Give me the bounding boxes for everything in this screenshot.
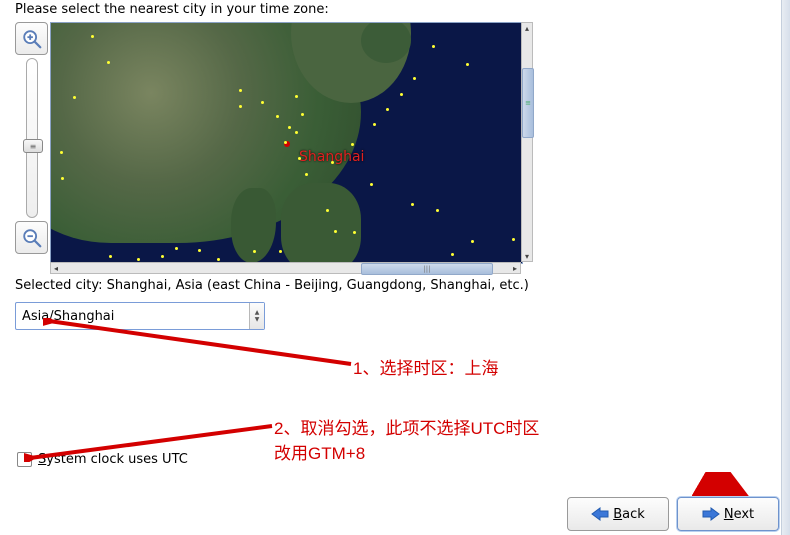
- zoom-slider-handle[interactable]: ≡: [23, 139, 43, 153]
- annotation-arrow-2: [24, 418, 284, 462]
- city-dot[interactable]: [305, 173, 308, 176]
- city-dot[interactable]: [175, 247, 178, 250]
- city-dot[interactable]: [91, 35, 94, 38]
- city-dot[interactable]: [239, 89, 242, 92]
- arrow-right-icon: [702, 507, 720, 521]
- city-dot[interactable]: [261, 101, 264, 104]
- city-dot[interactable]: [288, 126, 291, 129]
- city-dot[interactable]: [137, 258, 140, 261]
- city-dot[interactable]: [400, 93, 403, 96]
- city-dot[interactable]: [301, 113, 304, 116]
- zoom-slider-track[interactable]: ≡: [26, 58, 38, 218]
- city-dot[interactable]: [161, 255, 164, 258]
- instruction-text: Please select the nearest city in your t…: [15, 2, 329, 17]
- map-canvas[interactable]: Shanghai: [50, 22, 523, 264]
- city-dot[interactable]: [411, 203, 414, 206]
- city-dot[interactable]: [60, 151, 63, 154]
- back-button[interactable]: Back: [567, 497, 669, 531]
- scroll-down-icon[interactable]: ▾: [522, 251, 532, 261]
- city-dot[interactable]: [370, 183, 373, 186]
- city-dot[interactable]: [451, 253, 454, 256]
- selected-city-text: Selected city: Shanghai, Asia (east Chin…: [15, 278, 529, 293]
- scroll-up-icon[interactable]: ▴: [522, 23, 532, 33]
- map-frame: Shanghai ▴ ≡ ▾ ◂ ||| ▸: [50, 22, 533, 274]
- city-dot[interactable]: [217, 258, 220, 261]
- city-dot[interactable]: [198, 249, 201, 252]
- city-dot[interactable]: [334, 230, 337, 233]
- zoom-controls: ≡: [15, 22, 49, 254]
- city-dot[interactable]: [466, 63, 469, 66]
- scroll-left-icon[interactable]: ◂: [51, 263, 61, 273]
- city-dot[interactable]: [109, 255, 112, 258]
- city-dot[interactable]: [73, 96, 76, 99]
- city-dot[interactable]: [253, 250, 256, 253]
- annotation-text-1: 1、选择时区：上海: [353, 354, 498, 379]
- zoom-in-button[interactable]: [15, 22, 48, 55]
- city-dot[interactable]: [279, 250, 282, 253]
- city-dot[interactable]: [386, 108, 389, 111]
- next-button[interactable]: Next: [677, 497, 779, 531]
- annotation-text-2: 2、取消勾选，此项不选择UTC时区改用GTM+8: [274, 414, 539, 464]
- city-dot[interactable]: [276, 115, 279, 118]
- annotation-arrow-1: [43, 318, 383, 372]
- city-dot[interactable]: [239, 105, 242, 108]
- city-dot[interactable]: [331, 161, 334, 164]
- horizontal-scroll-thumb[interactable]: |||: [361, 263, 493, 275]
- map-vertical-scrollbar[interactable]: ▴ ≡ ▾: [521, 22, 533, 262]
- arrow-left-icon: [591, 507, 609, 521]
- city-dot[interactable]: [326, 209, 329, 212]
- button-row: Back Next: [567, 497, 779, 531]
- city-dot[interactable]: [284, 141, 287, 144]
- city-dot[interactable]: [295, 131, 298, 134]
- scroll-right-icon[interactable]: ▸: [510, 263, 520, 273]
- city-dot[interactable]: [512, 238, 515, 241]
- city-dot[interactable]: [353, 231, 356, 234]
- vertical-scroll-thumb[interactable]: ≡: [522, 68, 534, 138]
- city-dot[interactable]: [373, 123, 376, 126]
- right-panel-edge: [781, 0, 790, 535]
- city-dot[interactable]: [61, 177, 64, 180]
- city-dot[interactable]: [298, 157, 301, 160]
- city-dot[interactable]: [436, 209, 439, 212]
- city-dot[interactable]: [107, 61, 110, 64]
- zoom-out-button[interactable]: [15, 221, 48, 254]
- city-dot[interactable]: [351, 143, 354, 146]
- city-dot[interactable]: [432, 45, 435, 48]
- city-dot[interactable]: [471, 240, 474, 243]
- city-dot[interactable]: [413, 77, 416, 80]
- city-dot[interactable]: [295, 95, 298, 98]
- map-horizontal-scrollbar[interactable]: ◂ ||| ▸: [50, 262, 521, 274]
